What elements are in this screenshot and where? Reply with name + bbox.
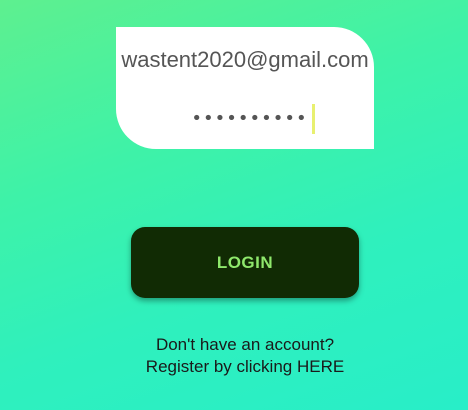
register-prompt[interactable]: Don't have an account? Register by click…: [0, 334, 468, 378]
password-field[interactable]: ••••••••••: [116, 103, 374, 135]
register-link[interactable]: Register by clicking HERE: [0, 356, 468, 378]
login-button[interactable]: LOGIN: [131, 227, 359, 298]
register-line-account: Don't have an account?: [155, 335, 335, 354]
password-dots: ••••••••••: [191, 108, 308, 129]
text-cursor: [311, 104, 315, 134]
login-card: wastent2020@gmail.com ••••••••••: [116, 27, 374, 149]
email-field[interactable]: wastent2020@gmail.com: [116, 43, 374, 77]
